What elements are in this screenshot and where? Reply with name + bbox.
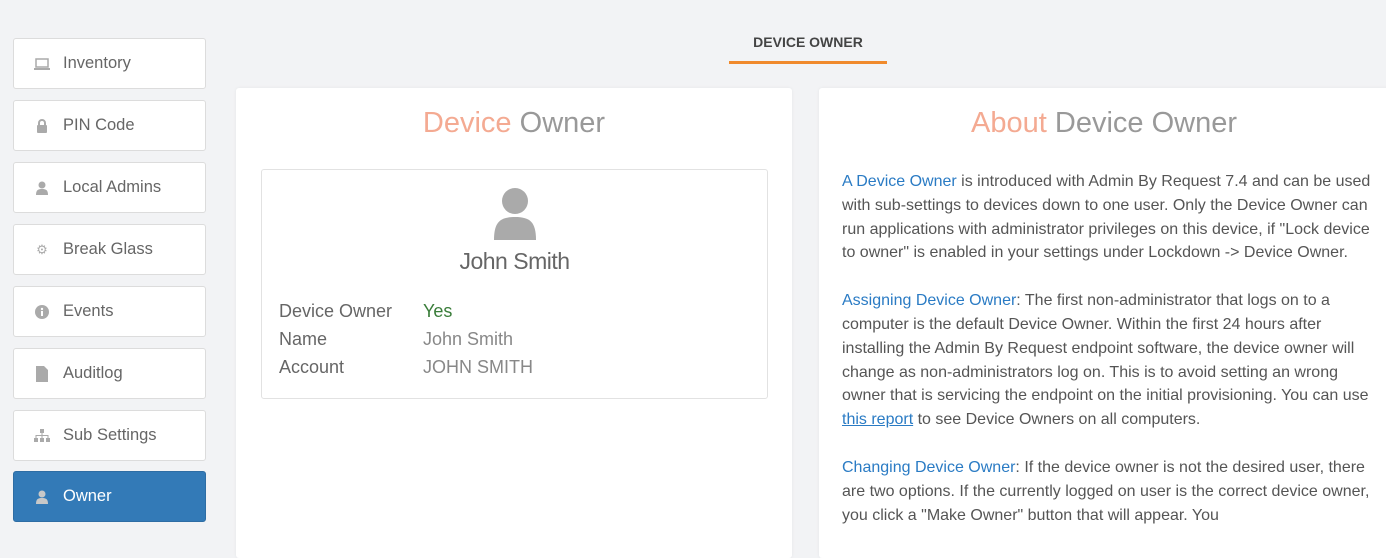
sidebar-item-inventory[interactable]: Inventory <box>13 38 206 89</box>
row-key: Name <box>279 329 423 350</box>
row-key: Device Owner <box>279 301 423 322</box>
info-icon <box>34 304 50 320</box>
device-owner-card: Device Owner John Smith Device OwnerYes … <box>236 88 792 558</box>
sidebar-item-break-glass[interactable]: ⚙ Break Glass <box>13 224 206 275</box>
sidebar-item-label: Inventory <box>63 54 131 73</box>
title-rest: Device Owner <box>1047 107 1237 139</box>
info-row: Device OwnerYes <box>279 301 452 322</box>
sidebar-item-label: Auditlog <box>63 364 123 383</box>
sidebar-item-label: Sub Settings <box>63 426 157 445</box>
card-title: Device Owner <box>236 107 792 140</box>
term: A Device Owner <box>842 173 957 190</box>
info-row: NameJohn Smith <box>279 329 513 350</box>
user-icon <box>34 180 50 196</box>
row-key: Account <box>279 357 423 378</box>
paragraph: Changing Device Owner: If the device own… <box>842 456 1374 527</box>
sidebar-item-label: Break Glass <box>63 240 153 259</box>
sidebar-item-label: Local Admins <box>63 178 161 197</box>
owner-info-box: John Smith Device OwnerYes NameJohn Smit… <box>261 169 768 399</box>
sidebar-item-label: Events <box>63 302 113 321</box>
sidebar-item-label: Owner <box>63 487 112 506</box>
user-icon <box>34 489 50 505</box>
sidebar-item-pin-code[interactable]: PIN Code <box>13 100 206 151</box>
paragraph: Assigning Device Owner: The first non-ad… <box>842 289 1374 432</box>
laptop-icon <box>34 56 50 72</box>
info-row: AccountJOHN SMITH <box>279 357 533 378</box>
about-text: A Device Owner is introduced with Admin … <box>842 170 1374 551</box>
row-value: Yes <box>423 301 452 322</box>
term: Assigning Device Owner <box>842 292 1016 309</box>
paragraph: A Device Owner is introduced with Admin … <box>842 170 1374 265</box>
sidebar-item-sub-settings[interactable]: Sub Settings <box>13 410 206 461</box>
row-value: John Smith <box>423 329 513 350</box>
this-report-link[interactable]: this report <box>842 411 913 428</box>
text: to see Device Owners on all computers. <box>913 411 1200 428</box>
sidebar-item-label: PIN Code <box>63 116 135 135</box>
sitemap-icon <box>34 428 50 444</box>
term: Changing Device Owner <box>842 459 1015 476</box>
tab-device-owner[interactable]: DEVICE OWNER <box>729 30 887 64</box>
sidebar-item-local-admins[interactable]: Local Admins <box>13 162 206 213</box>
user-avatar-icon <box>494 188 536 240</box>
title-rest: Owner <box>512 107 605 139</box>
row-value: JOHN SMITH <box>423 357 533 378</box>
owner-name: John Smith <box>262 248 767 275</box>
lock-icon <box>34 118 50 134</box>
about-card: About Device Owner A Device Owner is int… <box>819 88 1386 558</box>
sidebar-item-auditlog[interactable]: Auditlog <box>13 348 206 399</box>
title-highlight: Device <box>423 107 512 139</box>
sidebar-item-events[interactable]: Events <box>13 286 206 337</box>
gears-icon: ⚙ <box>34 242 50 258</box>
sidebar-item-owner[interactable]: Owner <box>13 471 206 522</box>
about-title: About Device Owner <box>819 107 1386 140</box>
title-highlight: About <box>971 107 1047 139</box>
file-icon <box>34 366 50 382</box>
